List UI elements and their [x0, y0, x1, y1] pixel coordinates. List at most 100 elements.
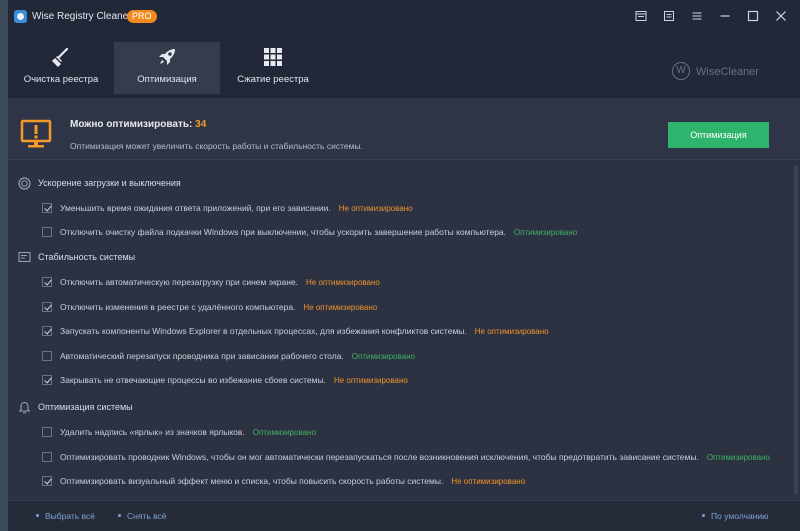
item-text: Оптимизировать проводник Windows, чтобы …: [60, 452, 699, 462]
restore-default-link[interactable]: По умолчанию: [702, 511, 768, 521]
item-checkbox[interactable]: [42, 427, 52, 437]
tab-registry-cleaner[interactable]: Очистка реестра: [8, 42, 114, 94]
item-label: Уменьшить время ожидания ответа приложен…: [60, 203, 413, 213]
item-checkbox[interactable]: [42, 326, 52, 336]
optimization-list: Ускорение загрузки и выключения Уменьшит…: [8, 161, 800, 500]
menu-icon[interactable]: [686, 6, 708, 26]
item-status: Не оптимизировано: [338, 204, 413, 213]
item-text: Отключить автоматическую перезагрузку пр…: [60, 277, 299, 287]
list-item[interactable]: Отключить автоматическую перезагрузку пр…: [8, 273, 788, 293]
select-all-label: Выбрать всё: [45, 511, 95, 521]
app-logo-icon: [14, 10, 27, 23]
section-boot-shutdown[interactable]: Ускорение загрузки и выключения: [8, 172, 788, 196]
summary-title-label: Можно оптимизировать:: [70, 119, 193, 130]
item-checkbox[interactable]: [42, 277, 52, 287]
list-item[interactable]: Автоматический перезапуск проводника при…: [8, 347, 788, 367]
item-text: Оптимизировать визуальный эффект меню и …: [60, 476, 444, 486]
item-label: Отключить изменения в реестре с удалённо…: [60, 302, 377, 312]
item-label: Отключить автоматическую перезагрузку пр…: [60, 277, 380, 287]
item-status: Не оптимизировано: [333, 376, 408, 385]
close-icon[interactable]: [770, 6, 792, 26]
monitor-warning-icon: [20, 119, 52, 148]
restore-default-label: По умолчанию: [711, 511, 769, 521]
scrollbar[interactable]: [794, 165, 798, 495]
item-label: Отключить очистку файла подкачки Windows…: [60, 227, 577, 237]
item-text: Удалить надпись «ярлык» из значков ярлык…: [60, 427, 245, 437]
brand-text: WiseCleaner: [696, 66, 759, 78]
item-text: Запускать компоненты Windows Explorer в …: [60, 326, 467, 336]
tools-icon[interactable]: [658, 6, 680, 26]
bullet-icon: [118, 514, 121, 517]
item-text: Отключить изменения в реестре с удалённо…: [60, 302, 296, 312]
list-item[interactable]: Закрывать не отвечающие процессы во избе…: [8, 371, 788, 391]
app-window: Wise Registry Cleaner 11 PRO Очистка рее…: [8, 0, 800, 531]
item-label: Оптимизировать визуальный эффект меню и …: [60, 476, 525, 486]
item-checkbox[interactable]: [42, 476, 52, 486]
summary-panel: Можно оптимизировать: 34 Оптимизация мож…: [8, 98, 800, 160]
blocks-icon: [264, 48, 282, 66]
deselect-all-label: Снять всё: [127, 511, 167, 521]
minimize-icon[interactable]: [714, 6, 736, 26]
system-list-icon: [18, 251, 31, 263]
broom-icon: [52, 47, 69, 67]
item-label: Удалить надпись «ярлык» из значков ярлык…: [60, 427, 316, 437]
bullet-icon: [36, 514, 39, 517]
item-checkbox[interactable]: [42, 452, 52, 462]
list-item[interactable]: Запускать компоненты Windows Explorer в …: [8, 322, 788, 342]
item-checkbox[interactable]: [42, 375, 52, 385]
item-label: Оптимизировать проводник Windows, чтобы …: [60, 452, 770, 462]
wisecleaner-logo-icon: W: [672, 62, 690, 80]
item-status: Оптимизировано: [706, 453, 770, 462]
item-checkbox[interactable]: [42, 227, 52, 237]
item-status: Оптимизировано: [351, 352, 415, 361]
maximize-icon[interactable]: [742, 6, 764, 26]
section-label: Оптимизация системы: [38, 402, 133, 412]
item-status: Не оптимизировано: [303, 303, 378, 312]
item-text: Уменьшить время ожидания ответа приложен…: [60, 203, 331, 213]
rocket-icon: [159, 49, 175, 65]
item-label: Закрывать не отвечающие процессы во избе…: [60, 375, 408, 385]
tab-label: Очистка реестра: [23, 74, 99, 85]
section-label: Стабильность системы: [38, 252, 136, 262]
select-all-link[interactable]: Выбрать всё: [36, 511, 95, 521]
list-item[interactable]: Отключить изменения в реестре с удалённо…: [8, 298, 788, 318]
bullet-icon: [702, 514, 705, 517]
section-system-optimization[interactable]: Оптимизация системы: [8, 396, 788, 420]
item-status: Оптимизировано: [252, 428, 316, 437]
tab-registry-defrag[interactable]: Сжатие реестра: [220, 42, 326, 94]
item-status: Не оптимизировано: [451, 477, 526, 486]
summary-description: Оптимизация может увеличить скорость раб…: [70, 141, 363, 151]
item-status: Оптимизировано: [514, 228, 578, 237]
tab-optimization[interactable]: Оптимизация: [114, 42, 220, 94]
item-label: Запускать компоненты Windows Explorer в …: [60, 326, 549, 336]
list-item[interactable]: Уменьшить время ожидания ответа приложен…: [8, 199, 788, 219]
header: Wise Registry Cleaner 11 PRO Очистка рее…: [8, 0, 800, 98]
footer: Выбрать всё Снять всё По умолчанию: [8, 500, 800, 531]
item-status: Не оптимизировано: [306, 278, 380, 287]
item-text: Закрывать не отвечающие процессы во избе…: [60, 375, 326, 385]
list-item[interactable]: Оптимизировать визуальный эффект меню и …: [8, 472, 788, 492]
item-label: Автоматический перезапуск проводника при…: [60, 351, 415, 361]
pro-badge: PRO: [127, 10, 157, 23]
tab-label: Сжатие реестра: [237, 74, 309, 85]
item-text: Автоматический перезапуск проводника при…: [60, 351, 344, 361]
section-label: Ускорение загрузки и выключения: [38, 178, 181, 188]
optimize-button[interactable]: Оптимизация: [668, 122, 769, 148]
feedback-icon[interactable]: [630, 6, 652, 26]
list-item[interactable]: Оптимизировать проводник Windows, чтобы …: [8, 448, 788, 468]
item-text: Отключить очистку файла подкачки Windows…: [60, 227, 507, 237]
optimizable-count: 34: [195, 119, 207, 130]
item-checkbox[interactable]: [42, 302, 52, 312]
section-system-stability[interactable]: Стабильность системы: [8, 246, 788, 270]
list-item[interactable]: Отключить очистку файла подкачки Windows…: [8, 223, 788, 243]
item-checkbox[interactable]: [42, 351, 52, 361]
item-status: Не оптимизировано: [474, 327, 549, 336]
power-icon: [18, 177, 31, 190]
deselect-all-link[interactable]: Снять всё: [118, 511, 167, 521]
tab-label: Оптимизация: [137, 74, 197, 85]
summary-title: Можно оптимизировать: 34: [70, 119, 206, 130]
list-item[interactable]: Удалить надпись «ярлык» из значков ярлык…: [8, 423, 788, 443]
item-checkbox[interactable]: [42, 203, 52, 213]
title-bar: Wise Registry Cleaner 11 PRO: [8, 0, 800, 32]
desktop-background: [0, 0, 8, 531]
